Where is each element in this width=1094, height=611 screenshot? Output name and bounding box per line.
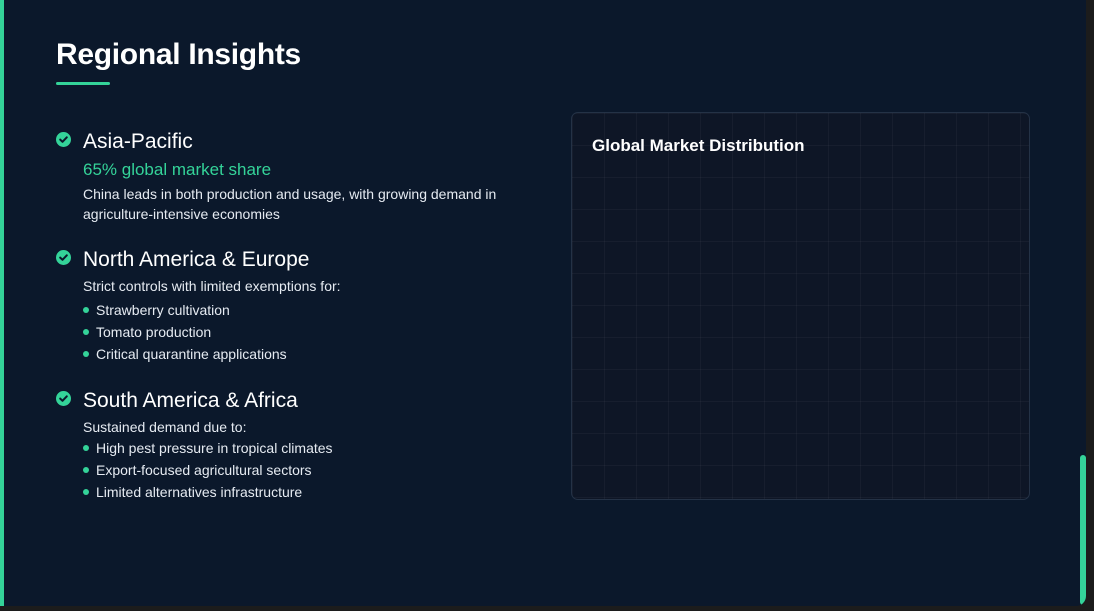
list-item-text: Limited alternatives infrastructure <box>96 484 303 500</box>
chart-title: Global Market Distribution <box>592 136 805 155</box>
list-item: Export-focused agricultural sectors <box>83 459 333 481</box>
list-item: High pest pressure in tropical climates <box>83 437 333 459</box>
list-item: Limited alternatives infrastructure <box>83 481 333 503</box>
scrollbar-thumb[interactable] <box>1080 455 1086 605</box>
list-item: Critical quarantine applications <box>83 343 287 365</box>
market-distribution-chart-card: Global Market Distribution <box>571 112 1030 500</box>
check-circle-icon <box>56 391 71 406</box>
list-item-text: Critical quarantine applications <box>96 346 287 362</box>
regional-insights-slide: Regional Insights Asia-Pacific 65% globa… <box>0 0 1086 606</box>
region-heading: Asia-Pacific <box>83 130 193 153</box>
region-description: Strict controls with limited exemptions … <box>83 278 341 294</box>
title-underline <box>56 82 110 85</box>
list-item: Strawberry cultivation <box>83 299 287 321</box>
list-item: Tomato production <box>83 321 287 343</box>
list-item-text: High pest pressure in tropical climates <box>96 440 333 456</box>
list-item-text: Export-focused agricultural sectors <box>96 462 312 478</box>
section-title: Regional Insights <box>56 38 301 71</box>
bullet-dot-icon <box>83 351 89 357</box>
market-share-highlight: 65% global market share <box>83 160 272 179</box>
list-item-text: Strawberry cultivation <box>96 302 230 318</box>
check-circle-icon <box>56 250 71 265</box>
bullet-dot-icon <box>83 307 89 313</box>
bullet-dot-icon <box>83 489 89 495</box>
region-heading: North America & Europe <box>83 248 310 271</box>
bullet-dot-icon <box>83 329 89 335</box>
region-description: China leads in both production and usage… <box>83 186 497 222</box>
bullet-dot-icon <box>83 445 89 451</box>
demand-drivers-list: High pest pressure in tropical climates … <box>83 437 333 503</box>
left-accent-bar <box>0 0 4 606</box>
region-heading: South America & Africa <box>83 389 298 412</box>
exemption-list: Strawberry cultivation Tomato production… <box>83 299 287 365</box>
check-circle-icon <box>56 132 71 147</box>
bullet-dot-icon <box>83 467 89 473</box>
region-description: Sustained demand due to: <box>83 419 247 435</box>
list-item-text: Tomato production <box>96 324 212 340</box>
